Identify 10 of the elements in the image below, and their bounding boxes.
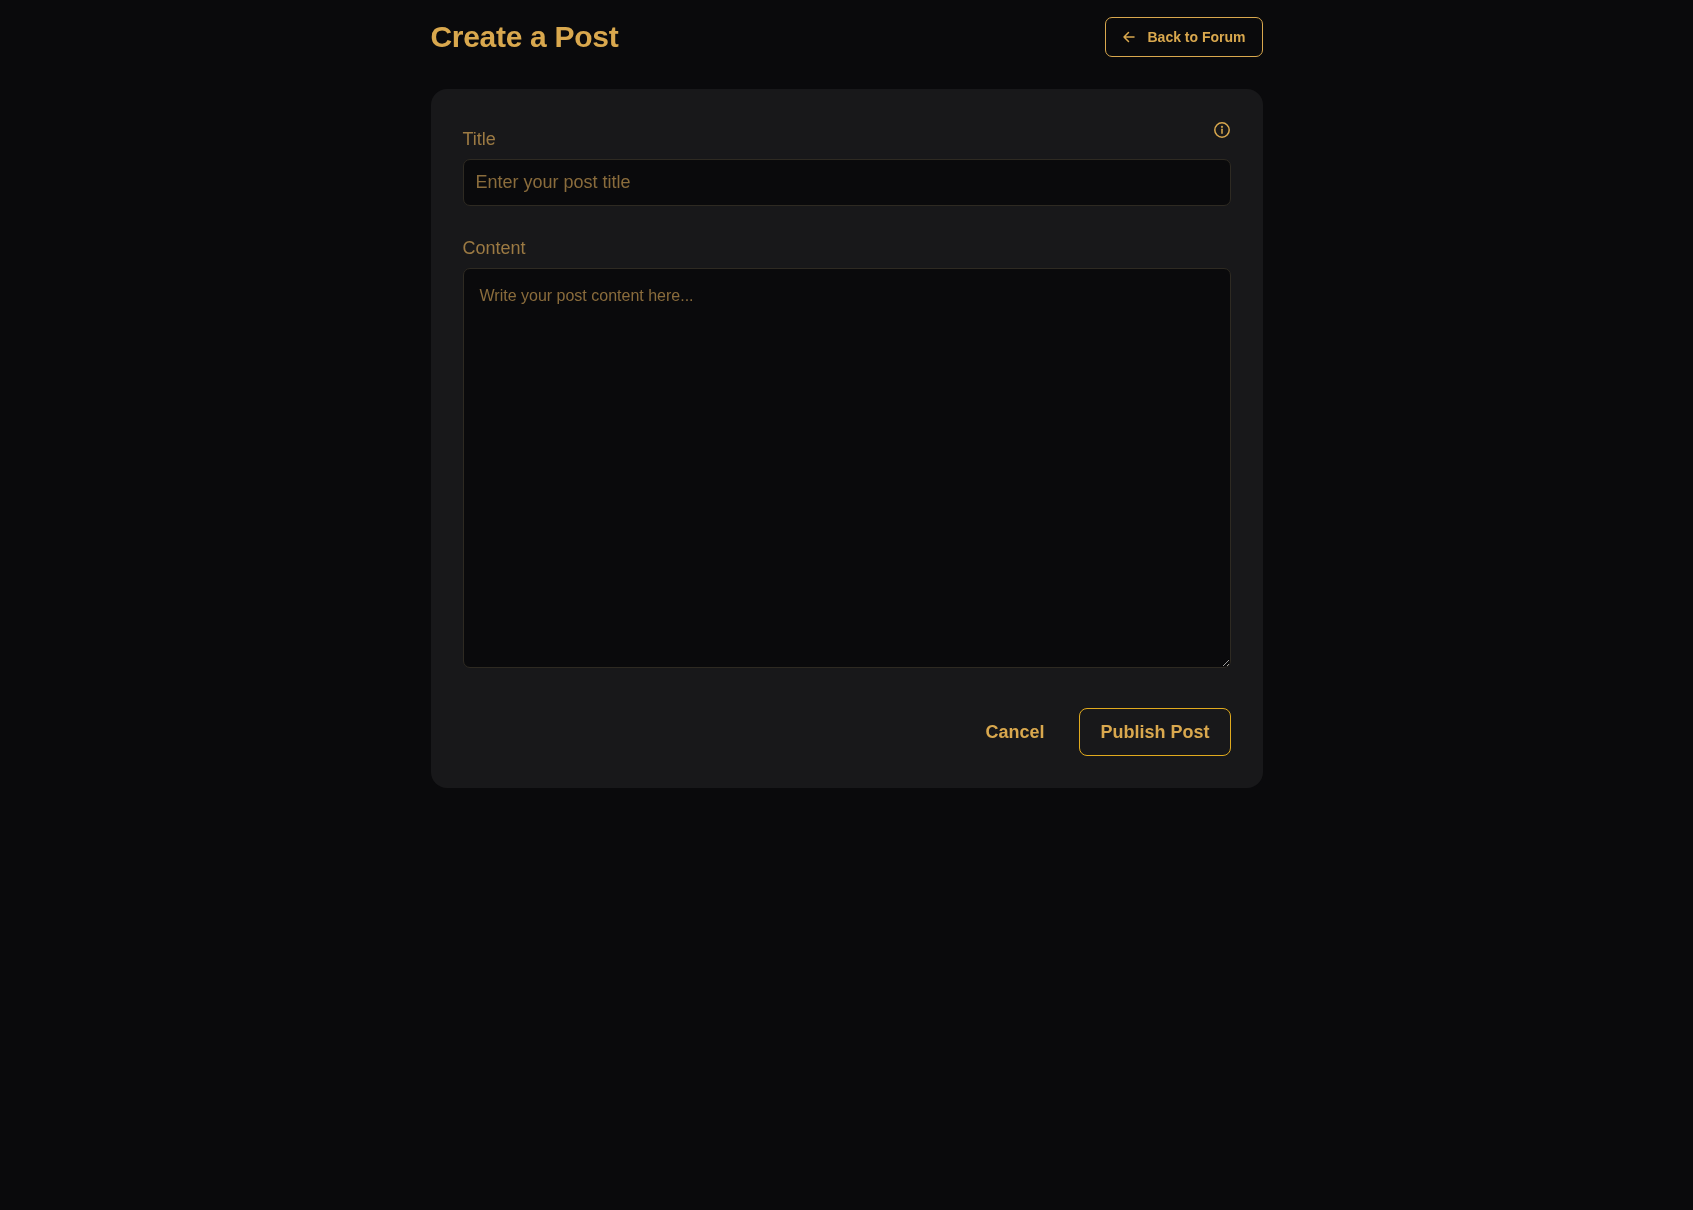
arrow-left-icon — [1121, 29, 1138, 45]
cancel-button[interactable]: Cancel — [964, 708, 1066, 756]
content-field[interactable]: Write your post content here... — [462, 268, 1231, 668]
info-icon[interactable] — [1212, 121, 1231, 139]
field-label: Title — [462, 129, 496, 150]
title-field[interactable]: Enter your post title — [462, 159, 1231, 206]
back-to-forum-button[interactable]: Back to Forum — [1105, 17, 1263, 57]
field-label: Content — [462, 238, 526, 259]
publish-button[interactable]: Publish Post — [1079, 708, 1231, 756]
page-title: Create a Post — [430, 20, 619, 54]
